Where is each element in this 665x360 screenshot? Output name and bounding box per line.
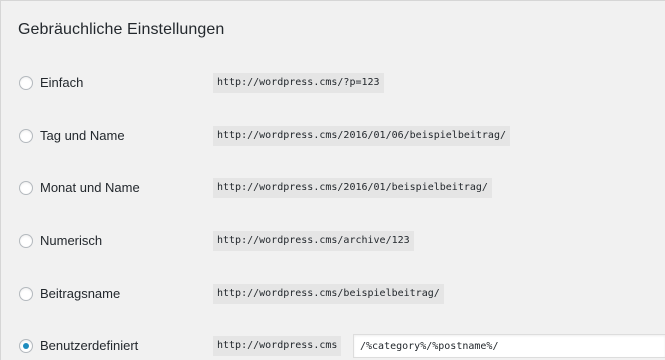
option-row-numerisch[interactable]: Numerisch http://wordpress.cms/archive/1… — [1, 229, 665, 255]
option-row-monat-und-name[interactable]: Monat und Name http://wordpress.cms/2016… — [1, 176, 665, 202]
option-example-url: http://wordpress.cms/archive/123 — [213, 231, 414, 251]
option-example-url: http://wordpress.cms/2016/01/06/beispiel… — [213, 126, 510, 146]
radio-monat-und-name[interactable] — [19, 181, 33, 195]
radio-numerisch[interactable] — [19, 234, 33, 248]
option-example-url: http://wordpress.cms/2016/01/beispielbei… — [213, 178, 492, 198]
option-label[interactable]: Benutzerdefiniert — [40, 338, 138, 353]
option-label[interactable]: Einfach — [40, 75, 83, 90]
option-row-einfach[interactable]: Einfach http://wordpress.cms/?p=123 — [1, 71, 665, 97]
custom-structure-input[interactable] — [353, 334, 665, 358]
section-title: Gebräuchliche Einstellungen — [18, 21, 225, 38]
radio-benutzerdefiniert[interactable] — [19, 339, 33, 353]
radio-checked-dot — [23, 343, 29, 349]
option-example-url: http://wordpress.cms — [213, 336, 342, 356]
radio-beitragsname[interactable] — [19, 287, 33, 301]
radio-einfach[interactable] — [19, 76, 33, 90]
permalink-settings-panel: Gebräuchliche Einstellungen Einfach http… — [0, 0, 665, 360]
option-row-tag-und-name[interactable]: Tag und Name http://wordpress.cms/2016/0… — [1, 124, 665, 150]
option-row-beitragsname[interactable]: Beitragsname http://wordpress.cms/beispi… — [1, 282, 665, 308]
radio-tag-und-name[interactable] — [19, 129, 33, 143]
option-row-benutzerdefiniert[interactable]: Benutzerdefiniert http://wordpress.cms — [1, 334, 665, 360]
option-example-url: http://wordpress.cms/beispielbeitrag/ — [213, 284, 444, 304]
option-label[interactable]: Beitragsname — [40, 286, 120, 301]
option-label[interactable]: Tag und Name — [40, 128, 125, 143]
option-label[interactable]: Monat und Name — [40, 180, 140, 195]
option-label[interactable]: Numerisch — [40, 233, 102, 248]
option-example-url: http://wordpress.cms/?p=123 — [213, 73, 384, 93]
